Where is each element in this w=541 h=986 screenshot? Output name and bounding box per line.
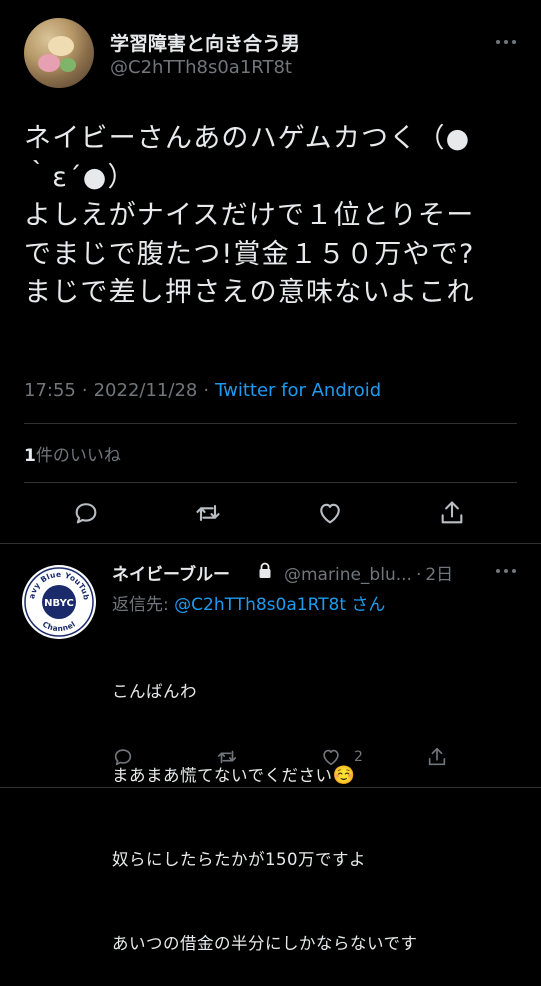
- divider: [0, 787, 541, 788]
- reply-to-line: 返信先: @C2hTTh8s0a1RT8t さん: [112, 590, 385, 615]
- divider: [24, 482, 517, 483]
- like-count: 2: [354, 749, 363, 765]
- reply-icon[interactable]: [112, 746, 134, 768]
- likes-label: 件のいいね: [35, 446, 121, 466]
- retweet-icon[interactable]: [194, 499, 222, 527]
- reply-to-mention[interactable]: @C2hTTh8s0a1RT8t: [174, 595, 346, 615]
- heart-icon[interactable]: [320, 746, 342, 768]
- avatar-logo-text: NBYC: [44, 598, 74, 609]
- divider: [0, 543, 541, 544]
- likes-summary[interactable]: 1件のいいね: [24, 441, 121, 466]
- reply-author-handle[interactable]: @marine_blu... · 2日: [284, 560, 453, 585]
- tweet-meta: 17:55 · 2022/11/28 · Twitter for Android: [24, 380, 382, 401]
- reply-line: 奴らにしたらたかが150万ですよ: [112, 850, 366, 869]
- reply-line-text: まあまあ慌てないでください: [112, 766, 333, 785]
- divider: [24, 423, 517, 424]
- tweet-text: ネイビーさんあのハゲムカつく（● ｀ε´●） よしえがナイスだけで１位とりそー …: [24, 123, 475, 308]
- reply-author-name[interactable]: ネイビーブルー: [112, 560, 230, 585]
- reply-line: あいつの借金の半分にしかならないです: [112, 934, 418, 953]
- reply-handle-text: @marine_blu...: [284, 565, 412, 585]
- smiling-emoji-icon: ☺️: [332, 765, 356, 786]
- retweet-icon[interactable]: [216, 746, 238, 768]
- reply-icon[interactable]: [72, 499, 100, 527]
- reply-line: まあまあ慌てないでください☺️: [112, 762, 522, 790]
- tweet-source-link[interactable]: Twitter for Android: [215, 380, 381, 401]
- reply-to-label: 返信先:: [112, 595, 169, 615]
- more-horizontal-icon[interactable]: [494, 563, 518, 579]
- author-avatar[interactable]: [24, 18, 94, 88]
- avatar-food-detail: [38, 54, 60, 72]
- reply-text: こんばんわ まあまあ慌てないでください☺️ 奴らにしたらたかが150万ですよ あ…: [112, 622, 522, 986]
- share-icon[interactable]: [438, 499, 466, 527]
- reply-to-suffix[interactable]: さん: [351, 595, 385, 615]
- avatar-food-detail: [60, 58, 76, 72]
- reply-line: こんばんわ: [112, 682, 197, 701]
- avatar-food-detail: [48, 36, 74, 56]
- tweet-date: 2022/11/28: [93, 380, 198, 401]
- author-handle[interactable]: @C2hTTh8s0a1RT8t: [110, 57, 292, 78]
- author-name[interactable]: 学習障害と向き合う男: [110, 29, 300, 56]
- share-icon[interactable]: [426, 746, 448, 768]
- likes-count: 1: [24, 446, 36, 466]
- reply-author-avatar[interactable]: Navy Blue YouTube Channel NBYC: [22, 565, 96, 639]
- more-horizontal-icon[interactable]: [494, 34, 518, 50]
- reply-time: 2日: [425, 565, 454, 585]
- tweet-time: 17:55: [24, 380, 76, 401]
- lock-icon: [258, 562, 272, 579]
- heart-icon[interactable]: [316, 499, 344, 527]
